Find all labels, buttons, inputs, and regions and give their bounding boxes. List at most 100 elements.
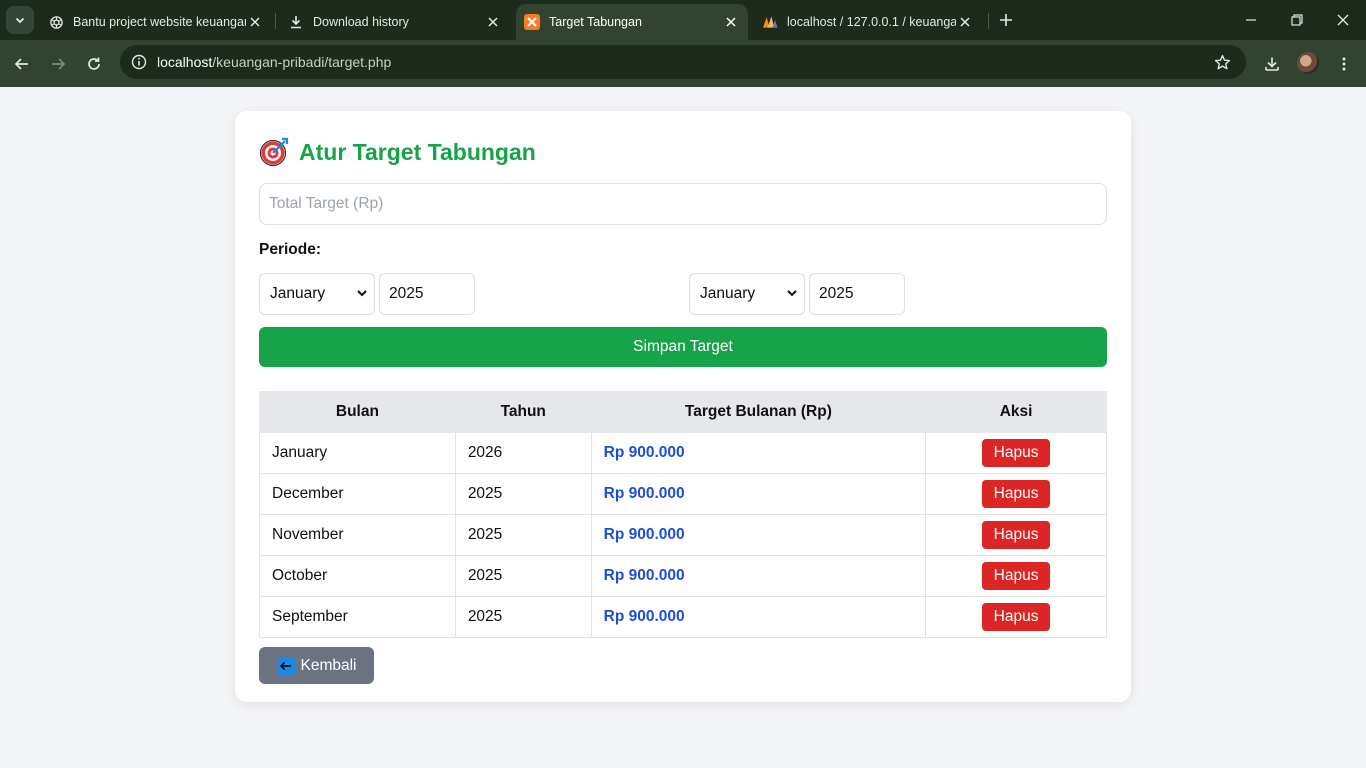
tab-title: Bantu project website keuangan [73, 15, 246, 29]
page-heading: Atur Target Tabungan [259, 137, 536, 167]
start-month-select[interactable]: January [259, 273, 375, 315]
cell-bulan: November [259, 514, 456, 556]
tab-title: localhost / 127.0.0.1 / keuangan [787, 15, 956, 29]
table-header-row: Bulan Tahun Target Bulanan (Rp) Aksi [259, 391, 1107, 433]
plus-icon [1000, 14, 1012, 26]
new-tab-button[interactable] [996, 10, 1016, 30]
header-target: Target Bulanan (Rp) [590, 391, 927, 433]
minimize-icon [1246, 19, 1256, 21]
total-target-input[interactable] [259, 183, 1107, 225]
tab-chatgpt[interactable]: Bantu project website keuangan [40, 4, 272, 40]
cell-target: Rp 900.000 [590, 473, 927, 515]
cell-tahun: 2025 [454, 514, 592, 556]
cell-tahun: 2025 [454, 473, 592, 515]
delete-button[interactable]: Hapus [981, 562, 1051, 590]
cell-target: Rp 900.000 [590, 514, 927, 556]
arrow-left-icon [14, 58, 28, 70]
tab-strip: Bantu project website keuangan Download … [0, 0, 1366, 40]
header-tahun: Tahun [454, 391, 592, 433]
address-bar[interactable]: localhost/keuangan-pribadi/target.php [120, 45, 1246, 79]
periode-label: Periode: [259, 241, 322, 258]
reload-icon [88, 57, 100, 70]
downloads-button[interactable] [1260, 52, 1284, 76]
back-label: Kembali [300, 656, 357, 674]
back-nav-button[interactable] [10, 52, 34, 76]
browser-toolbar: localhost/keuangan-pribadi/target.php [0, 40, 1366, 87]
tab-target-tabungan[interactable]: Target Tabungan [516, 4, 748, 40]
save-target-button[interactable]: Simpan Target [259, 327, 1107, 367]
profile-avatar[interactable] [1297, 52, 1319, 74]
tab-title: Download history [313, 15, 409, 29]
tab-separator [275, 13, 276, 29]
cell-tahun: 2025 [454, 555, 592, 597]
tab-separator [988, 13, 989, 29]
chevron-down-icon [357, 290, 367, 297]
download-icon [1265, 57, 1279, 71]
url-host: localhost [157, 54, 213, 70]
arrow-right-icon [52, 58, 66, 70]
delete-button[interactable]: Hapus [981, 480, 1051, 508]
page-title: Atur Target Tabungan [299, 138, 536, 165]
end-year-input[interactable] [809, 273, 905, 315]
cell-bulan: September [259, 596, 456, 638]
table-row: December 2025 Rp 900.000 Hapus [259, 473, 1107, 515]
xampp-icon [524, 14, 540, 30]
target-card: Atur Target Tabungan Periode: January Ja… [235, 111, 1131, 702]
cell-aksi: Hapus [925, 555, 1107, 597]
start-year-input[interactable] [379, 273, 475, 315]
bookmark-star-icon[interactable] [1212, 52, 1232, 72]
cell-target: Rp 900.000 [590, 432, 927, 474]
cell-bulan: December [259, 473, 456, 515]
restore-button[interactable] [1287, 10, 1307, 30]
phpmyadmin-icon [762, 14, 778, 30]
cell-tahun: 2026 [454, 432, 592, 474]
reload-button[interactable] [82, 52, 106, 76]
browser-menu-button[interactable] [1332, 52, 1356, 76]
minimize-button[interactable] [1241, 10, 1261, 30]
cell-target: Rp 900.000 [590, 555, 927, 597]
header-aksi: Aksi [925, 391, 1107, 433]
cell-aksi: Hapus [925, 596, 1107, 638]
back-button[interactable]: Kembali [259, 647, 374, 684]
tab-download-history[interactable]: Download history [280, 4, 510, 40]
delete-button[interactable]: Hapus [981, 603, 1051, 631]
cell-aksi: Hapus [925, 473, 1107, 515]
forward-nav-button[interactable] [46, 52, 70, 76]
start-month-value: January [270, 285, 326, 302]
close-tab-icon[interactable] [956, 13, 974, 31]
cell-target: Rp 900.000 [590, 596, 927, 638]
end-month-select[interactable]: January [689, 273, 805, 315]
table-row: October 2025 Rp 900.000 Hapus [259, 555, 1107, 597]
cell-tahun: 2025 [454, 596, 592, 638]
url-text: localhost/keuangan-pribadi/target.php [157, 54, 391, 70]
site-info-icon[interactable] [128, 51, 150, 73]
tab-title: Target Tabungan [549, 15, 642, 29]
close-window-button[interactable] [1333, 10, 1353, 30]
cell-aksi: Hapus [925, 432, 1107, 474]
table-row: November 2025 Rp 900.000 Hapus [259, 514, 1107, 556]
cell-aksi: Hapus [925, 514, 1107, 556]
tab-phpmyadmin[interactable]: localhost / 127.0.0.1 / keuangan [754, 4, 982, 40]
close-icon [1337, 14, 1349, 26]
kebab-menu-icon [1342, 57, 1346, 71]
delete-button[interactable]: Hapus [981, 521, 1051, 549]
header-bulan: Bulan [259, 391, 456, 433]
chatgpt-icon [48, 14, 64, 30]
target-icon [259, 137, 289, 167]
close-tab-icon[interactable] [484, 13, 502, 31]
table-row: September 2025 Rp 900.000 Hapus [259, 596, 1107, 638]
arrow-left-icon [276, 656, 295, 675]
target-table: Bulan Tahun Target Bulanan (Rp) Aksi Jan… [259, 391, 1107, 638]
chevron-down-icon [787, 290, 797, 297]
cell-bulan: October [259, 555, 456, 597]
chevron-down-icon [15, 17, 25, 24]
table-row: January 2026 Rp 900.000 Hapus [259, 432, 1107, 474]
cell-bulan: January [259, 432, 456, 474]
close-tab-icon[interactable] [722, 13, 740, 31]
tab-search-button[interactable] [6, 6, 34, 34]
url-path: /keuangan-pribadi/target.php [212, 54, 392, 70]
delete-button[interactable]: Hapus [981, 439, 1051, 467]
end-month-value: January [700, 285, 756, 302]
download-icon [288, 14, 304, 30]
close-tab-icon[interactable] [246, 13, 264, 31]
